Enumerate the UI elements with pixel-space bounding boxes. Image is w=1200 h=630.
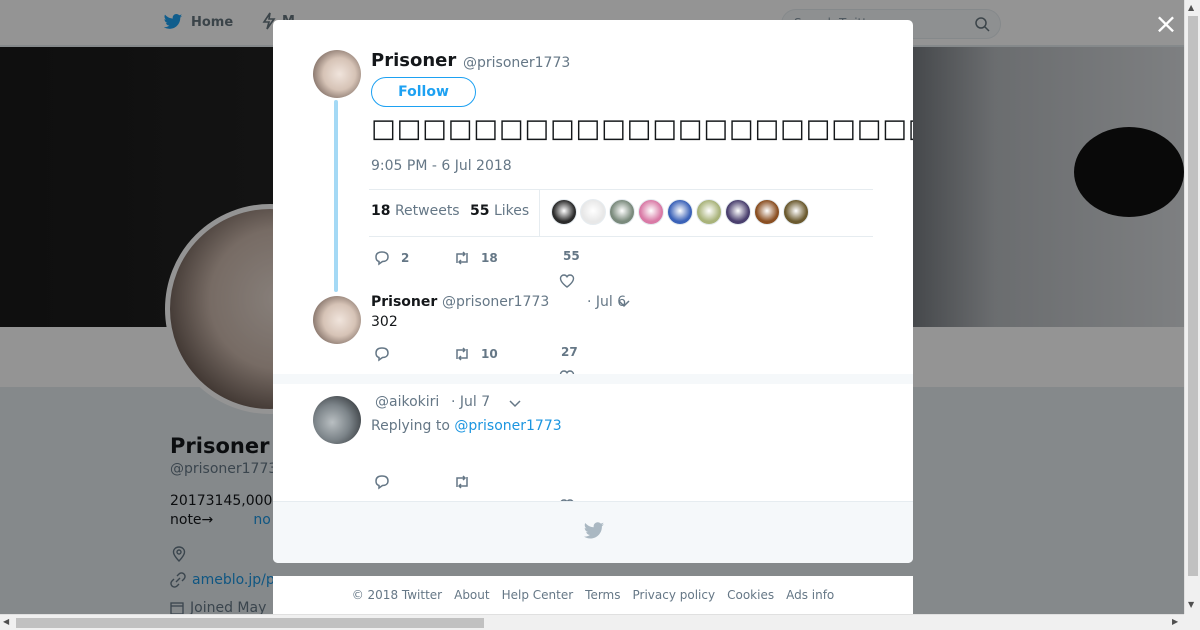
scrollbar-corner xyxy=(1184,614,1200,630)
reply2-replying-prefix: Replying to xyxy=(371,418,450,434)
reply1-retweet-action[interactable]: 10 xyxy=(453,345,498,363)
liker-avatar[interactable] xyxy=(609,199,635,225)
main-heart-icon[interactable] xyxy=(559,273,575,289)
reply2-mention-link[interactable]: @prisoner1773 xyxy=(454,418,561,434)
reply2-section xyxy=(273,374,913,501)
likes-stat[interactable]: 55 Likes xyxy=(470,203,529,219)
retweets-stat-count: 18 xyxy=(371,203,391,219)
footer-link-privacy[interactable]: Privacy policy xyxy=(633,588,716,602)
scroll-down-arrow-icon[interactable]: ▼ xyxy=(1188,600,1194,609)
tweet-modal: Prisoner @prisoner1773 Follow □□□□□□□□□□… xyxy=(273,20,913,563)
reply-icon xyxy=(375,251,389,266)
likes-stat-label: Likes xyxy=(493,203,530,219)
liker-avatar[interactable] xyxy=(667,199,693,225)
follow-button[interactable]: Follow xyxy=(371,77,476,107)
main-tweet-name[interactable]: Prisoner xyxy=(371,50,456,71)
reply1-like-count-wrap[interactable]: 27 xyxy=(561,345,578,359)
footer-link-ads-info[interactable]: Ads info xyxy=(786,588,834,602)
vertical-scrollbar-thumb[interactable] xyxy=(1188,16,1198,576)
twitter-bird-icon xyxy=(584,522,604,539)
footer-link-terms[interactable]: Terms xyxy=(585,588,620,602)
retweets-stat-label: Retweets xyxy=(394,203,460,219)
reply1-avatar[interactable] xyxy=(313,296,361,344)
liker-avatar[interactable] xyxy=(580,199,606,225)
reply2-date[interactable]: · Jul 7 xyxy=(451,394,490,410)
retweet-icon xyxy=(456,475,468,489)
liker-avatar[interactable] xyxy=(754,199,780,225)
footer-link-about[interactable]: About xyxy=(454,588,489,602)
main-retweet-count: 18 xyxy=(481,251,498,265)
scroll-left-arrow-icon[interactable]: ◀ xyxy=(3,617,9,626)
reply2-retweet-action[interactable] xyxy=(453,473,471,491)
vertical-scrollbar[interactable]: ▲ ▼ xyxy=(1184,0,1200,614)
reply2-avatar[interactable] xyxy=(313,396,361,444)
main-tweet-avatar[interactable] xyxy=(313,50,361,98)
main-reply-count: 2 xyxy=(401,251,410,265)
stats-divider-bottom xyxy=(369,236,873,237)
main-tweet-handle[interactable]: @prisoner1773 xyxy=(463,55,570,71)
reply1-like-count: 27 xyxy=(561,345,578,359)
close-button[interactable]: × xyxy=(1152,10,1180,38)
main-tweet-text: □□□□□□□□□□□□□□□□□□□□□□□□□□□□□□□□□□□□□□□□… xyxy=(371,114,913,144)
footer-link-help-center[interactable]: Help Center xyxy=(502,588,574,602)
main-tweet-timestamp[interactable]: 9:05 PM - 6 Jul 2018 xyxy=(371,158,512,174)
retweet-icon xyxy=(456,347,468,361)
main-reply-action[interactable]: 2 xyxy=(373,249,409,267)
thread-line xyxy=(334,100,338,292)
horizontal-scrollbar[interactable]: ◀ ▶ xyxy=(0,614,1184,630)
footer-copyright: © 2018 Twitter xyxy=(351,588,443,602)
reply1-retweet-count: 10 xyxy=(481,347,498,361)
main-like-count-wrap[interactable]: 55 xyxy=(563,249,580,263)
reply-icon xyxy=(375,475,389,490)
stats-divider-top xyxy=(369,189,873,190)
reply2-replying-to: Replying to @prisoner1773 xyxy=(371,418,562,434)
scroll-right-arrow-icon[interactable]: ▶ xyxy=(1172,617,1178,626)
footer-links: © 2018 Twitter About Help Center Terms P… xyxy=(273,576,913,614)
stats-divider-vertical xyxy=(539,190,540,236)
retweets-stat[interactable]: 18 Retweets xyxy=(371,203,460,219)
liker-avatar[interactable] xyxy=(725,199,751,225)
modal-footer xyxy=(273,501,913,563)
footer-link-cookies[interactable]: Cookies xyxy=(727,588,774,602)
main-retweet-action[interactable]: 18 xyxy=(453,249,498,267)
liker-avatar[interactable] xyxy=(696,199,722,225)
reply1-reply-action[interactable] xyxy=(373,345,391,363)
main-like-count: 55 xyxy=(563,249,580,263)
reply1-handle[interactable]: @prisoner1773 xyxy=(442,294,549,310)
horizontal-scrollbar-thumb[interactable] xyxy=(16,618,484,628)
reply1-text: 302 xyxy=(371,314,398,330)
liker-avatar[interactable] xyxy=(783,199,809,225)
retweet-icon xyxy=(456,251,468,265)
chevron-down-icon[interactable] xyxy=(509,400,521,408)
reply-icon xyxy=(375,347,389,362)
liker-avatars xyxy=(551,199,809,225)
liker-avatar[interactable] xyxy=(551,199,577,225)
scroll-up-arrow-icon[interactable]: ▲ xyxy=(1188,3,1194,12)
reply1-name[interactable]: Prisoner xyxy=(371,294,437,310)
reply2-handle[interactable]: @aikokiri xyxy=(375,394,439,410)
likes-stat-count: 55 xyxy=(470,203,490,219)
chevron-down-icon[interactable] xyxy=(618,300,630,308)
reply2-reply-action[interactable] xyxy=(373,473,391,491)
liker-avatar[interactable] xyxy=(638,199,664,225)
